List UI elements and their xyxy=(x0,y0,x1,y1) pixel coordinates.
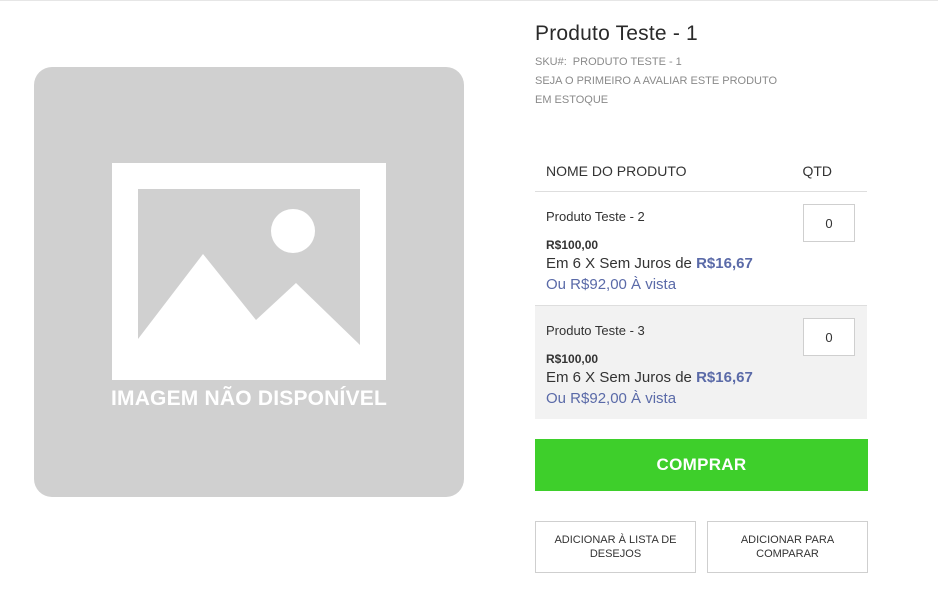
table-header: NOME DO PRODUTO QTD xyxy=(535,150,867,192)
grouped-product-name: Produto Teste - 3 xyxy=(546,323,645,338)
installment-info: Em 6 X Sem Juros de R$16,67 xyxy=(546,255,753,272)
sku-label: SKU#: xyxy=(535,56,567,68)
add-to-compare-button[interactable]: ADICIONAR PARA COMPARAR xyxy=(707,521,868,573)
column-header-name: NOME DO PRODUTO xyxy=(546,163,687,179)
installment-text: Em 6 X Sem Juros de xyxy=(546,255,692,272)
installment-value: R$16,67 xyxy=(696,369,753,386)
table-row: Produto Teste - 2 R$100,00 Em 6 X Sem Ju… xyxy=(535,192,867,305)
grouped-product-name: Produto Teste - 2 xyxy=(546,209,645,224)
grouped-products-table: NOME DO PRODUTO QTD Produto Teste - 2 R$… xyxy=(535,150,867,419)
column-header-qty: QTD xyxy=(802,163,832,179)
product-title: Produto Teste - 1 xyxy=(535,22,698,45)
grouped-product-price: R$100,00 xyxy=(546,238,599,252)
add-to-wishlist-button[interactable]: ADICIONAR À LISTA DE DESEJOS xyxy=(535,521,696,573)
cash-price: Ou R$92,00 À vista xyxy=(546,276,677,293)
sku-line: SKU#: PRODUTO TESTE - 1 xyxy=(535,56,682,68)
grouped-product-price: R$100,00 xyxy=(546,352,599,366)
product-image[interactable]: IMAGEM NÃO DISPONÍVEL xyxy=(34,67,464,497)
buy-button[interactable]: COMPRAR xyxy=(535,439,868,491)
quantity-input[interactable] xyxy=(803,318,855,356)
stock-status: EM ESTOQUE xyxy=(535,94,609,106)
table-row: Produto Teste - 3 R$100,00 Em 6 X Sem Ju… xyxy=(535,305,867,419)
quantity-input[interactable] xyxy=(803,204,855,242)
image-unavailable-text: IMAGEM NÃO DISPONÍVEL xyxy=(110,387,388,410)
top-divider xyxy=(0,0,938,1)
installment-value: R$16,67 xyxy=(696,255,753,272)
sku-value: PRODUTO TESTE - 1 xyxy=(572,56,682,68)
cash-price: Ou R$92,00 À vista xyxy=(546,390,677,407)
image-placeholder-icon xyxy=(112,163,386,380)
installment-text: Em 6 X Sem Juros de xyxy=(546,369,692,386)
installment-info: Em 6 X Sem Juros de R$16,67 xyxy=(546,369,753,386)
review-link[interactable]: SEJA O PRIMEIRO A AVALIAR ESTE PRODUTO xyxy=(535,75,777,87)
